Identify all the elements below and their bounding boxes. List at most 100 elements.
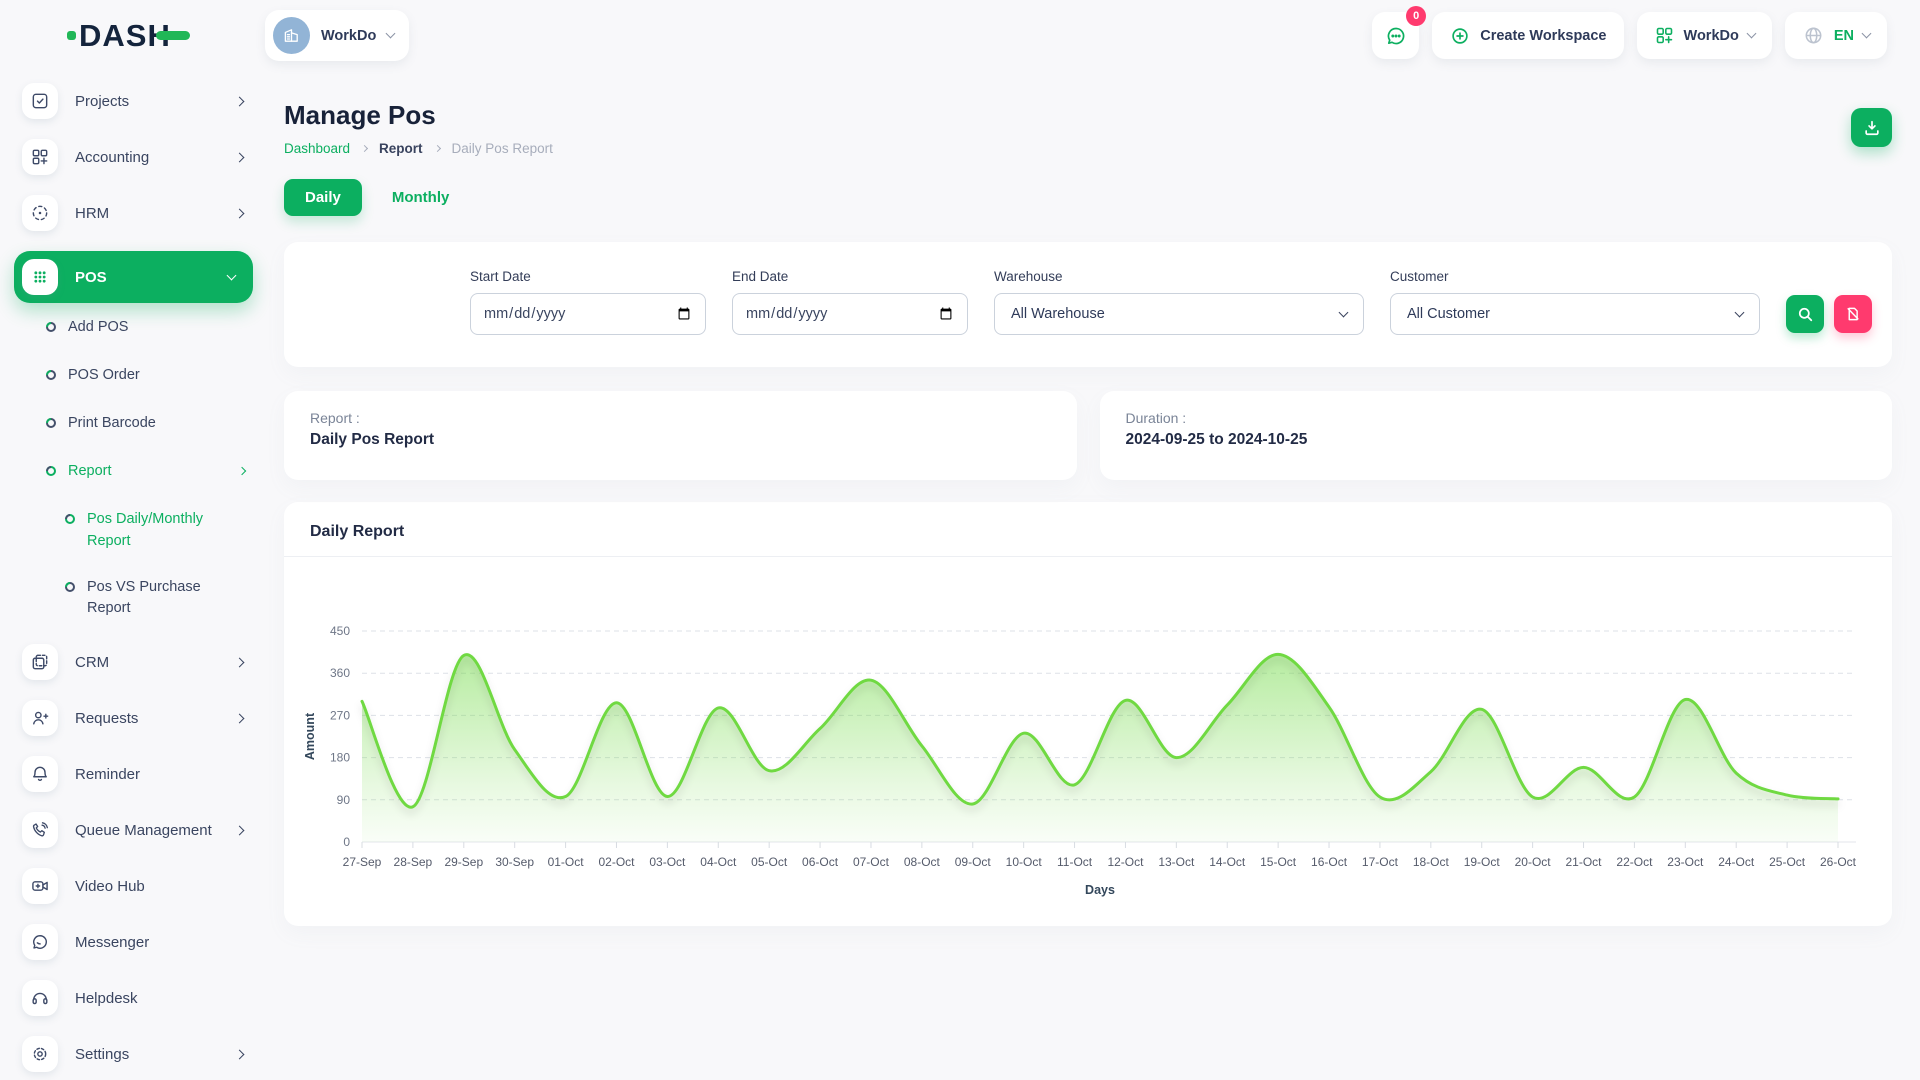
tab-monthly[interactable]: Monthly <box>392 189 450 206</box>
reset-filter-button[interactable] <box>1834 295 1872 333</box>
chevron-right-icon <box>434 145 441 152</box>
sidebar-item-pos-vs-purchase-report[interactable]: Pos VS Purchase Report <box>64 577 253 621</box>
sidebar-item-accounting[interactable]: Accounting <box>14 139 253 175</box>
clear-filter-icon <box>1844 305 1862 323</box>
page-title: Manage Pos <box>284 100 553 131</box>
breadcrumb-report-link[interactable]: Report <box>379 141 423 156</box>
bullet-ring-icon <box>45 417 57 429</box>
svg-text:11-Oct: 11-Oct <box>1057 855 1093 869</box>
chevron-down-icon <box>1862 29 1872 39</box>
svg-text:27-Sep: 27-Sep <box>343 855 382 869</box>
sidebar-item-settings[interactable]: Settings <box>14 1036 253 1072</box>
svg-text:10-Oct: 10-Oct <box>1006 855 1043 869</box>
svg-text:06-Oct: 06-Oct <box>802 855 839 869</box>
svg-text:09-Oct: 09-Oct <box>955 855 992 869</box>
breadcrumb-dashboard-link[interactable]: Dashboard <box>284 141 350 156</box>
sidebar: Projects Accounting HRM POS Add POS POS … <box>0 71 265 1080</box>
svg-text:15-Oct: 15-Oct <box>1260 855 1297 869</box>
create-workspace-label: Create Workspace <box>1480 28 1606 44</box>
phone-call-icon <box>22 812 58 848</box>
language-selector[interactable]: EN <box>1785 12 1887 59</box>
sidebar-item-pos-order[interactable]: POS Order <box>45 365 253 385</box>
duration-summary-card: Duration : 2024-09-25 to 2024-10-25 <box>1100 391 1893 480</box>
svg-text:29-Sep: 29-Sep <box>444 855 483 869</box>
sidebar-item-hrm[interactable]: HRM <box>14 195 253 231</box>
svg-text:90: 90 <box>337 793 351 807</box>
svg-text:17-Oct: 17-Oct <box>1362 855 1399 869</box>
chevron-right-icon <box>235 152 245 162</box>
duration-label: Duration : <box>1126 410 1867 426</box>
create-workspace-button[interactable]: Create Workspace <box>1432 12 1623 59</box>
svg-text:Days: Days <box>1085 883 1115 897</box>
bullet-ring-icon <box>45 369 57 381</box>
end-date-label: End Date <box>732 269 968 284</box>
sidebar-item-report[interactable]: Report <box>45 461 253 481</box>
workspace-selector[interactable]: WorkDo <box>265 10 409 61</box>
bullet-ring-icon <box>45 465 57 477</box>
chevron-right-icon <box>361 145 368 152</box>
user-plus-icon <box>22 700 58 736</box>
sidebar-item-queue-management[interactable]: Queue Management <box>14 812 253 848</box>
messages-badge: 0 <box>1406 6 1426 26</box>
sidebar-item-crm[interactable]: CRM <box>14 644 253 680</box>
check-square-icon <box>22 83 58 119</box>
report-summary-card: Report : Daily Pos Report <box>284 391 1077 480</box>
svg-text:13-Oct: 13-Oct <box>1158 855 1195 869</box>
sidebar-item-reminder[interactable]: Reminder <box>14 756 253 792</box>
download-report-button[interactable] <box>1851 108 1892 147</box>
chat-icon <box>1384 24 1408 48</box>
chevron-down-icon <box>1746 29 1756 39</box>
chart-title: Daily Report <box>284 502 1892 557</box>
customer-select[interactable]: All Customer <box>1390 293 1760 335</box>
sidebar-item-pos[interactable]: POS <box>14 251 253 303</box>
end-date-input[interactable] <box>732 293 968 335</box>
sidebar-item-requests[interactable]: Requests <box>14 700 253 736</box>
svg-text:Amount: Amount <box>303 712 317 760</box>
topbar: DASH WorkDo 0 Create Workspace WorkDo EN <box>0 0 1920 71</box>
duration-value: 2024-09-25 to 2024-10-25 <box>1126 431 1867 449</box>
svg-text:24-Oct: 24-Oct <box>1718 855 1755 869</box>
sidebar-item-add-pos[interactable]: Add POS <box>45 317 253 337</box>
sidebar-item-video-hub[interactable]: Video Hub <box>14 868 253 904</box>
svg-text:450: 450 <box>330 624 350 638</box>
svg-text:08-Oct: 08-Oct <box>904 855 941 869</box>
warehouse-label: Warehouse <box>994 269 1364 284</box>
chevron-right-icon <box>235 96 245 106</box>
sidebar-item-print-barcode[interactable]: Print Barcode <box>45 413 253 433</box>
start-date-input[interactable] <box>470 293 706 335</box>
grid-plus-icon <box>22 139 58 175</box>
plus-circle-icon <box>1449 25 1471 47</box>
sidebar-item-pos-daily-monthly-report[interactable]: Pos Daily/Monthly Report <box>64 509 253 553</box>
warehouse-select[interactable]: All Warehouse <box>994 293 1364 335</box>
svg-text:14-Oct: 14-Oct <box>1209 855 1246 869</box>
app-logo[interactable]: DASH <box>67 18 265 54</box>
workspace-avatar <box>273 17 310 54</box>
sidebar-item-messenger[interactable]: Messenger <box>14 924 253 960</box>
apply-filter-button[interactable] <box>1786 295 1824 333</box>
svg-text:28-Sep: 28-Sep <box>394 855 433 869</box>
messages-button[interactable]: 0 <box>1372 12 1419 59</box>
svg-text:21-Oct: 21-Oct <box>1566 855 1603 869</box>
sidebar-item-projects[interactable]: Projects <box>14 83 253 119</box>
report-mode-tabs: Daily Monthly <box>284 179 1892 216</box>
sidebar-item-helpdesk[interactable]: Helpdesk <box>14 980 253 1016</box>
bullet-ring-icon <box>64 581 76 593</box>
dots-grid-icon <box>22 259 58 295</box>
tab-daily[interactable]: Daily <box>284 179 362 216</box>
svg-text:20-Oct: 20-Oct <box>1515 855 1552 869</box>
report-label: Report : <box>310 410 1051 426</box>
svg-text:25-Oct: 25-Oct <box>1769 855 1806 869</box>
workspace-menu-button[interactable]: WorkDo <box>1637 12 1772 59</box>
chevron-right-icon <box>235 713 245 723</box>
svg-text:02-Oct: 02-Oct <box>598 855 635 869</box>
daily-report-card: Daily Report 09018027036045027-Sep28-Sep… <box>284 502 1892 926</box>
building-icon <box>281 25 302 46</box>
svg-text:22-Oct: 22-Oct <box>1616 855 1653 869</box>
chevron-right-icon <box>235 1049 245 1059</box>
main-content: Manage Pos Dashboard Report Daily Pos Re… <box>265 71 1920 1080</box>
svg-text:01-Oct: 01-Oct <box>548 855 585 869</box>
scan-circle-icon <box>22 195 58 231</box>
globe-icon <box>1802 24 1825 47</box>
start-date-label: Start Date <box>470 269 706 284</box>
chevron-right-icon <box>235 208 245 218</box>
